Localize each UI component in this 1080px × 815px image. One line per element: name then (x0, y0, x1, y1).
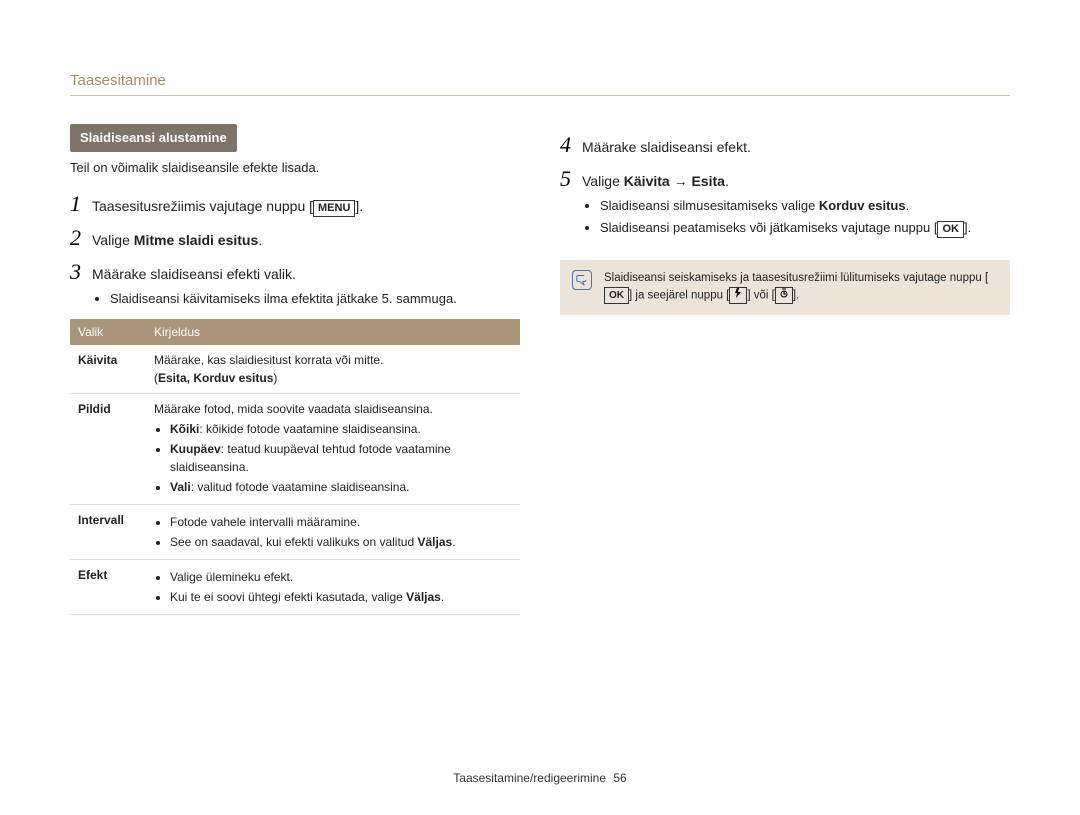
menu-button-label: MENU (313, 200, 355, 217)
bold-text: Käivita → Esita (624, 173, 725, 189)
note-icon (572, 270, 592, 290)
list-item: Valige ülemineku efekt. (170, 568, 512, 586)
content-columns: Slaidiseansi alustamine Teil on võimalik… (70, 124, 1010, 615)
text: ]. (793, 289, 799, 301)
text: ]. (964, 220, 971, 235)
text: See on saadaval, kui efekti valikuks on … (170, 535, 417, 549)
bold-text: Esita, Korduv esitus (158, 371, 273, 385)
intro-text: Teil on võimalik slaidiseansile efekte l… (70, 158, 520, 178)
text: . (441, 590, 444, 604)
text: Slaidiseansi seiskamiseks ja taasesitusr… (604, 272, 988, 284)
text: Määrake, kas slaidiesitust korrata või m… (154, 353, 383, 367)
ok-button-label: OK (604, 287, 629, 304)
list-item: Fotode vahele intervalli määramine. (170, 513, 512, 531)
list-item: Slaidiseansi käivitamiseks ilma efektita… (110, 289, 520, 309)
text: Valige (582, 173, 624, 189)
page-header: Taasesitamine (70, 72, 1010, 96)
bold-text: Korduv esitus (819, 198, 906, 213)
text: : valitud fotode vaatamine slaidiseansin… (191, 480, 410, 494)
step-3-note-list: Slaidiseansi käivitamiseks ilma efektita… (70, 289, 520, 309)
section-pill: Slaidiseansi alustamine (70, 124, 237, 152)
page-footer: Taasesitamine/redigeerimine 56 (0, 771, 1080, 785)
option-desc: Fotode vahele intervalli määramine. See … (146, 504, 520, 559)
bold-text: Kõiki (170, 422, 199, 436)
table-header-description: Kirjeldus (146, 319, 520, 345)
step-2: 2 Valige Mitme slaidi esitus. (70, 227, 520, 251)
text: ] või [ (747, 289, 774, 301)
option-desc: Valige ülemineku efekt. Kui te ei soovi … (146, 559, 520, 614)
text: . (452, 535, 455, 549)
step-number: 5 (560, 168, 582, 190)
step-text: Taasesitusrežiimis vajutage nuppu [MENU]… (92, 193, 520, 217)
text: ]. (355, 198, 363, 214)
table-row: Pildid Määrake fotod, mida soovite vaada… (70, 393, 520, 504)
options-table: Valik Kirjeldus Käivita Määrake, kas sla… (70, 319, 520, 615)
bold-text: Mitme slaidi esitus (134, 232, 258, 248)
text: Kui te ei soovi ühtegi efekti kasutada, … (170, 590, 406, 604)
list-item: Kõiki: kõikide fotode vaatamine slaidise… (170, 420, 512, 438)
list-item: Kuupäev: teatud kuupäeval tehtud fotode … (170, 440, 512, 476)
step-number: 3 (70, 261, 92, 283)
text: Slaidiseansi silmusesitamiseks valige (600, 198, 819, 213)
left-column: Slaidiseansi alustamine Teil on võimalik… (70, 124, 520, 615)
option-name: Pildid (70, 393, 146, 504)
document-page: Taasesitamine Slaidiseansi alustamine Te… (0, 0, 1080, 815)
text: . (906, 198, 910, 213)
step-text: Valige Mitme slaidi esitus. (92, 227, 520, 251)
text: : kõikide fotode vaatamine slaidiseansin… (199, 422, 420, 436)
list-item: Vali: valitud fotode vaatamine slaidisea… (170, 478, 512, 496)
text: ) (273, 371, 277, 385)
step-number: 1 (70, 193, 92, 215)
step-1: 1 Taasesitusrežiimis vajutage nuppu [MEN… (70, 193, 520, 217)
bold-text: Kuupäev (170, 442, 221, 456)
table-row: Intervall Fotode vahele intervalli määra… (70, 504, 520, 559)
text: Slaidiseansi peatamiseks või jätkamiseks… (600, 220, 937, 235)
step-number: 2 (70, 227, 92, 249)
table-row: Käivita Määrake, kas slaidiesitust korra… (70, 345, 520, 394)
right-column: 4 Määrake slaidiseansi efekt. 5 Valige K… (560, 124, 1010, 615)
step-text: Määrake slaidiseansi efekt. (582, 134, 1010, 158)
table-row: Efekt Valige ülemineku efekt. Kui te ei … (70, 559, 520, 614)
bold-text: Väljas (417, 535, 452, 549)
list-item: Kui te ei soovi ühtegi efekti kasutada, … (170, 588, 512, 606)
option-name: Käivita (70, 345, 146, 394)
option-desc: Määrake fotod, mida soovite vaadata slai… (146, 393, 520, 504)
list-item: Slaidiseansi peatamiseks või jätkamiseks… (600, 218, 1010, 238)
text: . (725, 173, 729, 189)
note-text: Slaidiseansi seiskamiseks ja taasesitusr… (604, 270, 998, 305)
step-text: Määrake slaidiseansi efekti valik. (92, 261, 520, 285)
step-4: 4 Määrake slaidiseansi efekt. (560, 134, 1010, 158)
step-text: Valige Käivita → Esita. (582, 168, 1010, 192)
step-number: 4 (560, 134, 582, 156)
timer-icon (775, 287, 793, 304)
ok-button-label: OK (937, 221, 964, 238)
list-item: Slaidiseansi silmusesitamiseks valige Ko… (600, 196, 1010, 216)
text: ] ja seejärel nuppu [ (629, 289, 729, 301)
step-3: 3 Määrake slaidiseansi efekti valik. (70, 261, 520, 285)
bold-text: Väljas (406, 590, 441, 604)
text: . (258, 232, 262, 248)
table-header-option: Valik (70, 319, 146, 345)
text: Taasesitusrežiimis vajutage nuppu [ (92, 198, 313, 214)
text: Määrake fotod, mida soovite vaadata slai… (154, 402, 433, 416)
note-box: Slaidiseansi seiskamiseks ja taasesitusr… (560, 260, 1010, 315)
flash-icon (729, 287, 747, 304)
page-number: 56 (613, 771, 626, 785)
list-item: See on saadaval, kui efekti valikuks on … (170, 533, 512, 551)
footer-text: Taasesitamine/redigeerimine (453, 771, 606, 785)
option-name: Efekt (70, 559, 146, 614)
step-5-note-list: Slaidiseansi silmusesitamiseks valige Ko… (560, 196, 1010, 238)
option-name: Intervall (70, 504, 146, 559)
step-5: 5 Valige Käivita → Esita. (560, 168, 1010, 192)
bold-text: Vali (170, 480, 191, 494)
option-desc: Määrake, kas slaidiesitust korrata või m… (146, 345, 520, 394)
text: Valige (92, 232, 134, 248)
